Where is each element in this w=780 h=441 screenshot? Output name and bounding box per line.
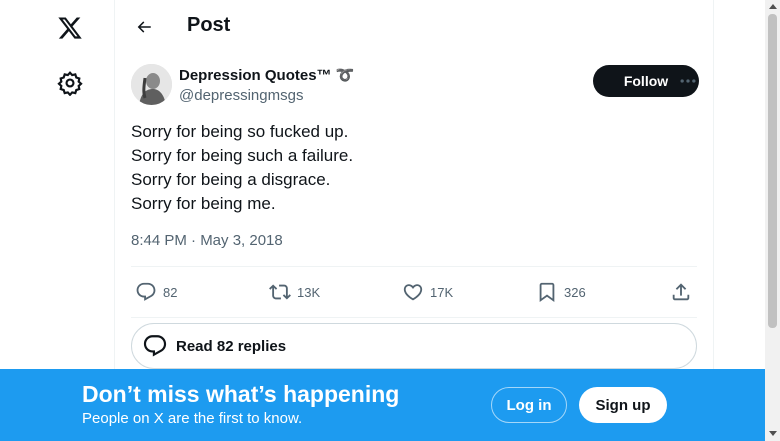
- page-title: Post: [187, 14, 231, 36]
- tweet-line: Sorry for being a disgrace.: [131, 170, 331, 189]
- tweet-timestamp[interactable]: 8:44 PM · May 3, 2018: [131, 232, 283, 249]
- bookmark-count: 326: [564, 284, 586, 300]
- tweet-line: Sorry for being such a failure.: [131, 146, 354, 165]
- author-handle[interactable]: @depressingmsgs: [179, 87, 303, 104]
- tweet-actions-bar: 82 13K 17K 326: [131, 266, 697, 318]
- tweet-line: Sorry for being me.: [131, 194, 276, 213]
- scroll-thumb[interactable]: [768, 14, 777, 328]
- back-button[interactable]: [127, 10, 161, 44]
- signup-banner: Don’t miss what’s happening People on X …: [0, 369, 765, 441]
- share-button[interactable]: [670, 281, 692, 303]
- reply-count: 82: [163, 284, 178, 300]
- ellipsis-icon: [680, 79, 696, 83]
- author-name-text: Depression Quotes™: [179, 67, 332, 84]
- repost-icon: [269, 284, 291, 300]
- page-scrollbar[interactable]: [765, 0, 780, 441]
- heart-icon: [403, 284, 423, 301]
- settings-gear-icon[interactable]: [46, 59, 94, 107]
- avatar[interactable]: [131, 64, 172, 105]
- more-options-button[interactable]: [673, 66, 703, 96]
- page-header: Post: [115, 0, 713, 53]
- read-replies-label: Read 82 replies: [176, 337, 287, 355]
- login-button[interactable]: Log in: [491, 387, 567, 423]
- name-emoji: ➰: [335, 66, 355, 84]
- reply-icon: [142, 333, 168, 359]
- x-logo-icon[interactable]: [46, 4, 94, 52]
- bookmark-icon: [539, 282, 555, 303]
- repost-button[interactable]: 13K: [269, 281, 320, 303]
- author-display-name[interactable]: Depression Quotes™ ➰: [179, 66, 354, 84]
- read-replies-button[interactable]: Read 82 replies: [131, 323, 697, 369]
- signup-button[interactable]: Sign up: [579, 387, 667, 423]
- banner-title: Don’t miss what’s happening: [82, 381, 400, 407]
- like-button[interactable]: 17K: [402, 281, 453, 303]
- banner-subtitle: People on X are the first to know.: [82, 410, 303, 427]
- bookmark-button[interactable]: 326: [536, 281, 586, 303]
- share-icon: [672, 283, 690, 301]
- arrow-left-icon: [137, 21, 151, 33]
- scroll-up-arrow-icon[interactable]: [769, 4, 777, 9]
- reply-icon: [136, 282, 156, 301]
- repost-count: 13K: [297, 284, 321, 300]
- like-count: 17K: [430, 284, 454, 300]
- scroll-down-arrow-icon[interactable]: [769, 431, 777, 436]
- tweet-text: Sorry for being so fucked up. Sorry for …: [131, 120, 691, 216]
- reply-button[interactable]: 82: [135, 281, 177, 303]
- tweet-line: Sorry for being so fucked up.: [131, 122, 349, 141]
